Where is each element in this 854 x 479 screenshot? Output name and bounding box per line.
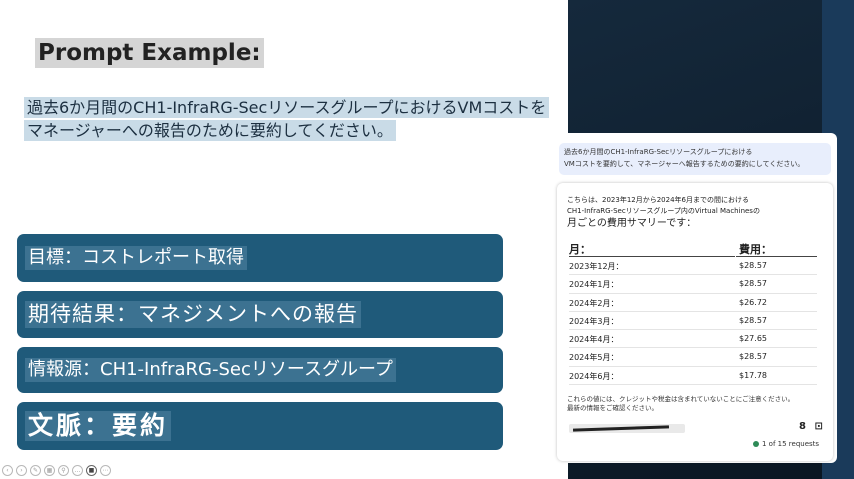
request-count-text: 1 of 15 requests [762, 440, 820, 448]
chat-panel: 過去6か月間のCH1-InfraRG-Secリソースグループにおける VMコスト… [555, 133, 837, 463]
response-intro-line: CH1-InfraRG-Secリソースグループ内のVirtual Machine… [567, 207, 760, 215]
zoom-icon[interactable]: ⚲ [58, 465, 69, 476]
response-note-line: 最新の情報をご確認ください。 [567, 404, 658, 412]
response-note-line: これらの値には、クレジットや税金は含まれていないことにご注意ください。 [567, 395, 795, 403]
pen-icon[interactable]: ✎ [30, 465, 41, 476]
column-header-month: 月： [569, 243, 591, 256]
month-cell: 2024年6月： [569, 371, 619, 381]
assistant-response: こちらは、2023年12月から2024年6月までの間における CH1-Infra… [557, 183, 833, 461]
user-message-line: VMコストを要約して、マネージャーへ報告するための要約にしてください。 [564, 160, 805, 168]
month-cell: 2024年3月： [569, 316, 619, 326]
prompt-line: マネージャーへの報告のために要約してください。 [24, 120, 396, 141]
response-note: これらの値には、クレジットや税金は含まれていないことにご注意ください。 最新の情… [567, 395, 807, 413]
request-counter: 1 of 15 requests [753, 440, 819, 448]
month-cell: 2024年5月： [569, 353, 619, 363]
next-icon[interactable]: › [16, 465, 27, 476]
cost-cell: $28.57 [739, 315, 767, 325]
response-intro-line: 月ごとの費用サマリーです： [567, 218, 697, 229]
goal-card: 目標：コストレポート取得 [17, 234, 503, 282]
cost-cell: $17.78 [739, 370, 767, 380]
prev-icon[interactable]: ‹ [2, 465, 13, 476]
expected-result-text: 期待結果：マネジメントへの報告 [25, 301, 361, 328]
response-intro: こちらは、2023年12月から2024年6月までの間における CH1-Infra… [567, 195, 807, 230]
feedback-icon[interactable]: ⊡ [814, 421, 822, 432]
user-message: 過去6か月間のCH1-InfraRG-Secリソースグループにおける VMコスト… [559, 143, 831, 175]
menu-icon[interactable]: ⋯ [100, 465, 111, 476]
cost-cell: $28.57 [739, 352, 767, 362]
table-row: 2024年2月： $26.72 [569, 294, 817, 313]
camera-icon[interactable]: ■ [86, 465, 97, 476]
cost-table: 月： 費用： 2023年12月： $28.57 2024年1月： $28.57 20… [569, 239, 817, 386]
grid-icon[interactable]: ▦ [44, 465, 55, 476]
cost-cell: $28.57 [739, 279, 767, 289]
month-cell: 2024年1月： [569, 280, 619, 290]
source-card: 情報源：CH1-InfraRG-Secリソースグループ [17, 347, 503, 393]
source-text: 情報源：CH1-InfraRG-Secリソースグループ [25, 358, 396, 382]
month-cell: 2024年4月： [569, 335, 619, 345]
table-row: 2024年6月： $17.78 [569, 367, 817, 386]
slideshow-toolbar: ‹ › ✎ ▦ ⚲ … ■ ⋯ [2, 465, 111, 477]
response-actions: 8 ⊡ [794, 421, 823, 432]
context-card: 文脈：要約 [17, 402, 503, 450]
month-cell: 2023年12月： [569, 262, 624, 271]
cost-cell: $26.72 [739, 297, 767, 307]
table-header: 月： 費用： [569, 239, 817, 257]
table-row: 2024年3月： $28.57 [569, 312, 817, 331]
table-row: 2024年1月： $28.57 [569, 275, 817, 294]
expected-result-card: 期待結果：マネジメントへの報告 [17, 291, 503, 338]
prompt-line: 過去6か月間のCH1-InfraRG-SecリソースグループにおけるVMコストを [24, 97, 550, 118]
table-row: 2024年4月： $27.65 [569, 330, 817, 349]
more-icon[interactable]: … [72, 465, 83, 476]
copy-icon[interactable]: 8 [799, 421, 806, 432]
redacted-text [569, 424, 685, 433]
month-cell: 2024年2月： [569, 298, 619, 308]
response-intro-line: こちらは、2023年12月から2024年6月までの間における [567, 196, 749, 204]
cost-cell: $27.65 [739, 334, 767, 344]
column-header-cost: 費用： [739, 243, 772, 256]
slide-title: Prompt Example: [35, 38, 264, 68]
goal-text: 目標：コストレポート取得 [25, 246, 247, 270]
cost-cell: $28.57 [739, 261, 767, 270]
status-dot-icon [753, 441, 759, 447]
table-row: 2024年5月： $28.57 [569, 348, 817, 368]
user-message-line: 過去6か月間のCH1-InfraRG-Secリソースグループにおける [564, 148, 753, 156]
context-text: 文脈：要約 [25, 411, 172, 441]
table-row: 2023年12月： $28.57 [569, 257, 817, 276]
